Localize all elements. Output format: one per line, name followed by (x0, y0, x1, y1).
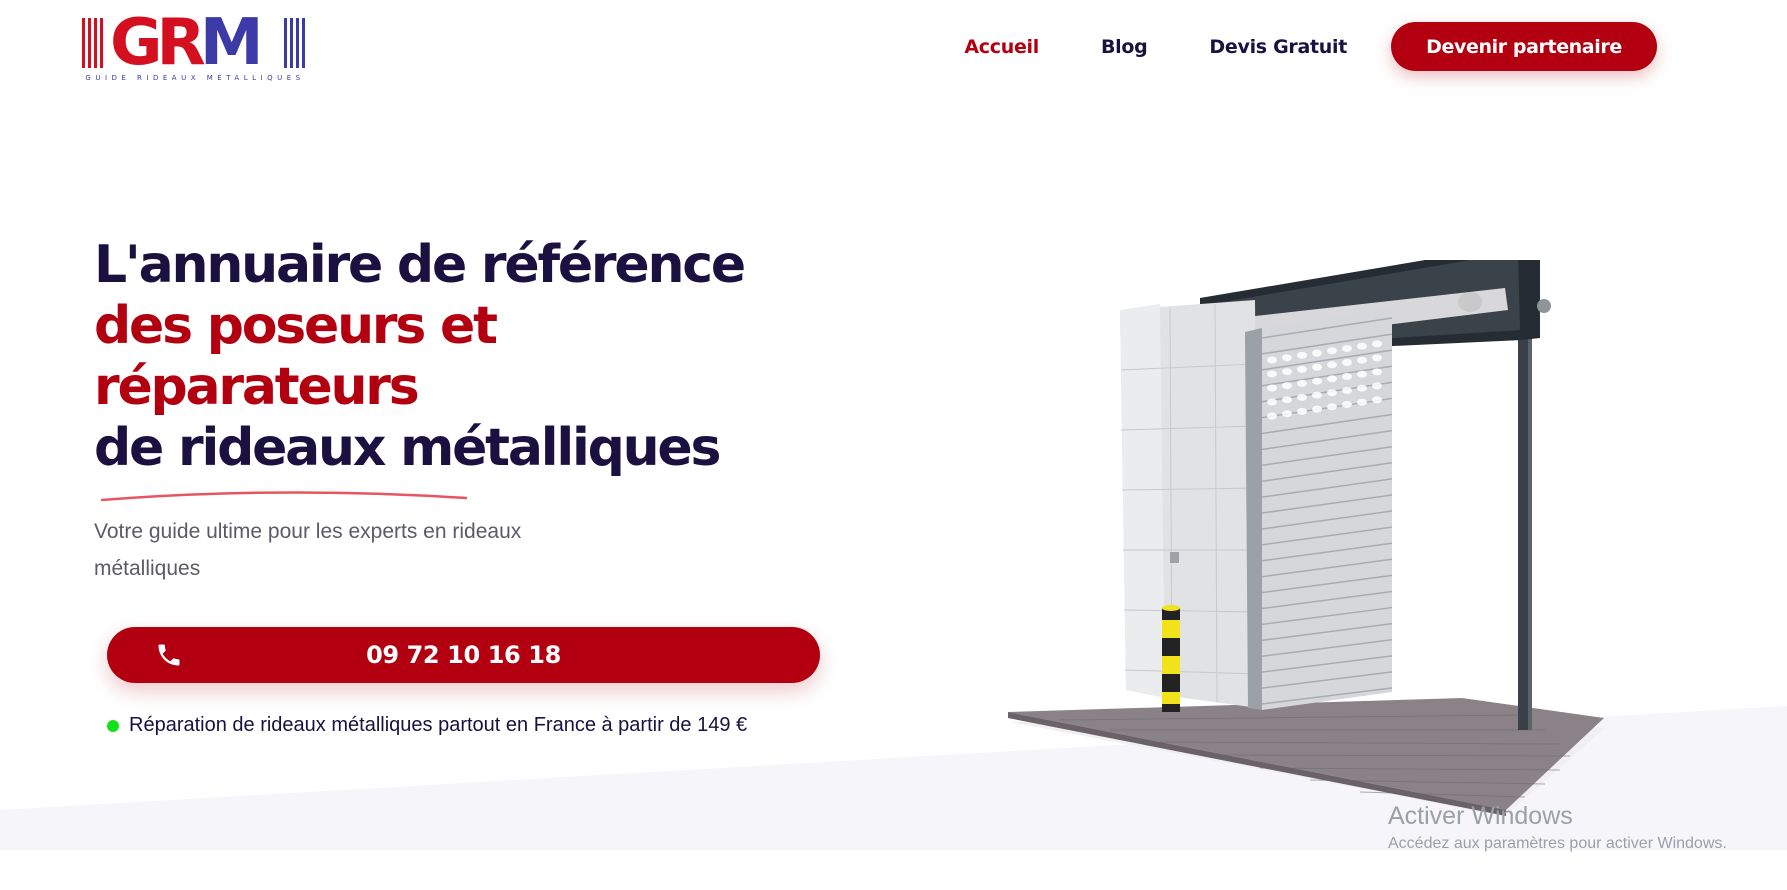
logo-tagline: GUIDE RIDEAUX MÉTALLIQUES (85, 74, 305, 82)
hero-title-line-4: de rideaux métalliques (94, 418, 721, 478)
logo-letters-gr: GR (110, 6, 206, 80)
metal-roller-shutter-illustration (1008, 260, 1605, 816)
main-nav: Accueil Blog Devis Gratuit Devenir parte… (964, 22, 1657, 71)
phone-number: 09 72 10 16 18 (366, 641, 561, 669)
nav-link-accueil[interactable]: Accueil (964, 36, 1039, 58)
nav-link-blog[interactable]: Blog (1101, 36, 1148, 58)
phone-icon (158, 644, 180, 666)
pricing-note: Réparation de rideaux métalliques partou… (107, 714, 747, 737)
become-partner-button[interactable]: Devenir partenaire (1391, 22, 1657, 71)
hero-subtitle: Votre guide ultime pour les experts en r… (94, 520, 522, 580)
site-logo[interactable]: GRM GUIDE RIDEAUX MÉTALLIQUES (80, 11, 310, 84)
hero-title-line-1: L'annuaire de référence (94, 235, 746, 295)
nav-link-devis-gratuit[interactable]: Devis Gratuit (1209, 36, 1347, 58)
watermark-subtitle: Accédez aux paramètres pour activer Wind… (1388, 835, 1727, 852)
hero-title: L'annuaire de référence des poseurs et r… (94, 235, 746, 479)
logo-wordmark: GRM (110, 11, 263, 75)
hero-section: L'annuaire de référence des poseurs et r… (94, 235, 746, 479)
hero-title-line-2: des poseurs et (94, 296, 498, 356)
status-dot-icon (107, 719, 119, 732)
pricing-note-text: Réparation de rideaux métalliques partou… (129, 714, 748, 736)
hero-title-line-3: réparateurs (94, 357, 420, 417)
watermark-title: Activer Windows (1388, 802, 1573, 830)
logo-letter-m: M (199, 6, 264, 80)
title-underline (100, 491, 468, 502)
windows-activation-watermark: Activer Windows Accédez aux paramètres p… (1388, 800, 1727, 856)
call-phone-button[interactable]: 09 72 10 16 18 (107, 627, 820, 683)
